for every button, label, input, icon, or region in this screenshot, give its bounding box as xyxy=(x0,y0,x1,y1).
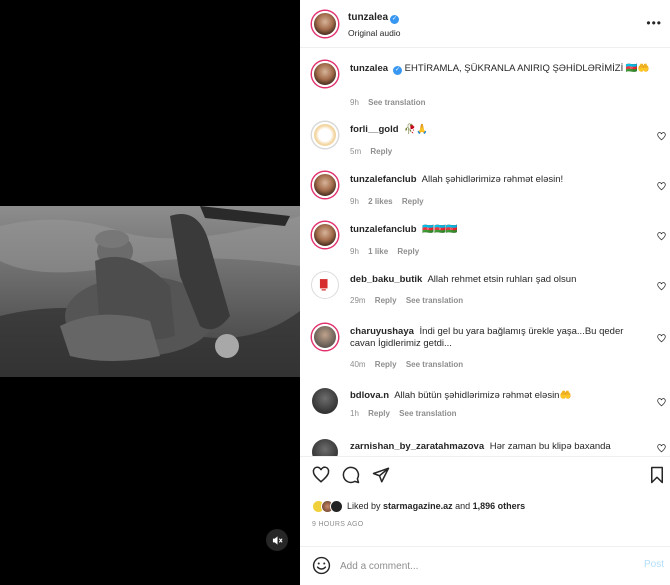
comment-meta: 9h 1 like Reply xyxy=(350,247,426,256)
comment-username[interactable]: tunzalefanclub xyxy=(350,174,417,185)
comment-time: 29m xyxy=(350,296,366,305)
comment-body: Allah şəhidlərimizə rəhmət eləsin! xyxy=(421,174,564,185)
comment-body: Allah rehmet etsin ruhları şad olsun xyxy=(427,274,577,285)
author-username-text[interactable]: tunzalea xyxy=(348,12,388,23)
post-header: tunzalea ✓ Original audio ••• xyxy=(300,0,670,48)
comment-likes[interactable]: 2 likes xyxy=(368,197,392,206)
comment-text: deb_baku_butik Allah rehmet etsin ruhlar… xyxy=(350,274,650,286)
comment-avatar[interactable] xyxy=(312,222,338,248)
comment-username[interactable]: forli__gold xyxy=(350,124,399,135)
comment-username[interactable]: tunzalefanclub xyxy=(350,224,417,235)
comment-meta: 1h Reply See translation xyxy=(350,409,464,418)
comments-list[interactable]: tunzalea ✓ EHTİRAMLA, ŞÜKRANLA ANIRIQ ŞƏH… xyxy=(300,49,670,456)
comment-composer: Post xyxy=(300,546,670,585)
comment-heart-icon[interactable] xyxy=(657,334,666,343)
comment-username[interactable]: zarnishan_by_zaratahmazova xyxy=(350,441,484,452)
comment-avatar[interactable] xyxy=(312,122,338,148)
comment-username[interactable]: deb_baku_butik xyxy=(350,274,422,285)
author-avatar[interactable] xyxy=(312,11,338,37)
post-timestamp[interactable]: 9 HOURS AGO xyxy=(312,521,364,528)
comment-heart-icon[interactable] xyxy=(657,182,666,191)
verified-badge-icon: ✓ xyxy=(390,15,400,24)
comment-avatar[interactable] xyxy=(312,439,338,456)
comment-heart-icon[interactable] xyxy=(657,132,666,141)
reply-link[interactable]: Reply xyxy=(397,247,419,256)
comment-text: bdlova.n Allah bütün şəhidlərimizə rəhmə… xyxy=(350,390,650,402)
boutique-logo-icon xyxy=(319,279,328,291)
caption-text: tunzalea ✓ EHTİRAMLA, ŞÜKRANLA ANIRIQ ŞƏH… xyxy=(350,63,650,75)
comment-heart-icon[interactable] xyxy=(657,398,666,407)
likes-others-link[interactable]: 1,896 others xyxy=(473,501,526,511)
likes-and: and xyxy=(455,501,471,511)
media-pane xyxy=(0,0,300,585)
comment-icon[interactable] xyxy=(342,466,360,484)
comment-body: 🥀🙏 xyxy=(404,124,428,135)
reply-link[interactable]: Reply xyxy=(375,296,397,305)
likes-summary: Liked by starmagazine.az and 1,896 other… xyxy=(312,499,525,513)
muted-speaker-icon xyxy=(272,535,283,545)
post-panel: tunzalea ✓ Original audio ••• tunzalea ✓ E… xyxy=(300,0,670,585)
mute-toggle-button[interactable] xyxy=(266,529,288,551)
comment-heart-icon[interactable] xyxy=(657,232,666,241)
likes-text: Liked by starmagazine.az and 1,896 other… xyxy=(347,501,525,511)
heart-icon[interactable] xyxy=(312,466,330,484)
comment-heart-icon[interactable] xyxy=(657,282,666,291)
comment-meta: 40m Reply See translation xyxy=(350,360,470,369)
more-options-icon[interactable]: ••• xyxy=(646,16,662,30)
comment-text: tunzalefanclub 🇦🇿🇦🇿🇦🇿 xyxy=(350,224,650,236)
caption-body: EHTİRAMLA, ŞÜKRANLA ANIRIQ ŞƏHİDLƏRİMİZİ… xyxy=(404,63,650,74)
emoji-icon[interactable] xyxy=(312,556,331,575)
comment-meta: 5m Reply xyxy=(350,147,399,156)
comment-time: 9h xyxy=(350,247,359,256)
reply-link[interactable]: Reply xyxy=(368,409,390,418)
liker-username[interactable]: starmagazine.az xyxy=(383,501,453,511)
comment-heart-icon[interactable] xyxy=(657,444,666,453)
caption-avatar[interactable] xyxy=(312,61,338,87)
comment-avatar[interactable] xyxy=(312,272,338,298)
comment-time: 40m xyxy=(350,360,366,369)
comment-body: Hər zaman bu klipə baxanda xyxy=(489,441,611,452)
caption-meta: 9h See translation xyxy=(350,98,433,107)
comment-time: 1h xyxy=(350,409,359,418)
see-translation-link[interactable]: See translation xyxy=(406,296,463,305)
comment-meta: 9h 2 likes Reply xyxy=(350,197,431,206)
comment-likes[interactable]: 1 like xyxy=(368,247,388,256)
comment-meta: 29m Reply See translation xyxy=(350,296,470,305)
comment-text: charuyushaya İndi gel bu yara bağlamış ü… xyxy=(350,326,642,350)
share-icon[interactable] xyxy=(372,466,390,484)
comment-avatar[interactable] xyxy=(312,324,338,350)
post-actions: Liked by starmagazine.az and 1,896 other… xyxy=(300,456,670,546)
comment-text: forli__gold 🥀🙏 xyxy=(350,124,650,136)
comment-avatar[interactable] xyxy=(312,172,338,198)
comment-body: 🇦🇿🇦🇿🇦🇿 xyxy=(422,224,458,235)
audio-link[interactable]: Original audio xyxy=(348,28,400,38)
video-frame xyxy=(0,206,300,377)
see-translation-link[interactable]: See translation xyxy=(368,98,425,107)
author-username[interactable]: tunzalea ✓ xyxy=(348,12,400,24)
bookmark-icon[interactable] xyxy=(648,466,666,484)
likes-prefix: Liked by xyxy=(347,501,381,511)
post-button[interactable]: Post xyxy=(644,559,664,570)
comment-body: Allah bütün şəhidlərimizə rəhmət eləsin🤲 xyxy=(394,390,572,401)
reply-link[interactable]: Reply xyxy=(370,147,392,156)
comment-username[interactable]: bdlova.n xyxy=(350,390,389,401)
see-translation-link[interactable]: See translation xyxy=(406,360,463,369)
comment-input[interactable] xyxy=(340,555,630,577)
caption-username[interactable]: tunzalea xyxy=(350,63,388,74)
liker-avatar[interactable] xyxy=(330,499,343,513)
comment-text: tunzalefanclub Allah şəhidlərimizə rəhmə… xyxy=(350,174,650,186)
comment-username[interactable]: charuyushaya xyxy=(350,326,414,337)
video-player[interactable] xyxy=(0,206,300,377)
reply-link[interactable]: Reply xyxy=(375,360,397,369)
verified-badge-icon: ✓ xyxy=(393,66,403,75)
comment-avatar[interactable] xyxy=(312,388,338,414)
comment-time: 5m xyxy=(350,147,362,156)
post-modal: tunzalea ✓ Original audio ••• tunzalea ✓ E… xyxy=(0,0,670,585)
caption-time: 9h xyxy=(350,98,359,107)
comment-time: 9h xyxy=(350,197,359,206)
see-translation-link[interactable]: See translation xyxy=(399,409,456,418)
comment-text: zarnishan_by_zaratahmazova Hər zaman bu … xyxy=(350,441,650,453)
reply-link[interactable]: Reply xyxy=(402,197,424,206)
